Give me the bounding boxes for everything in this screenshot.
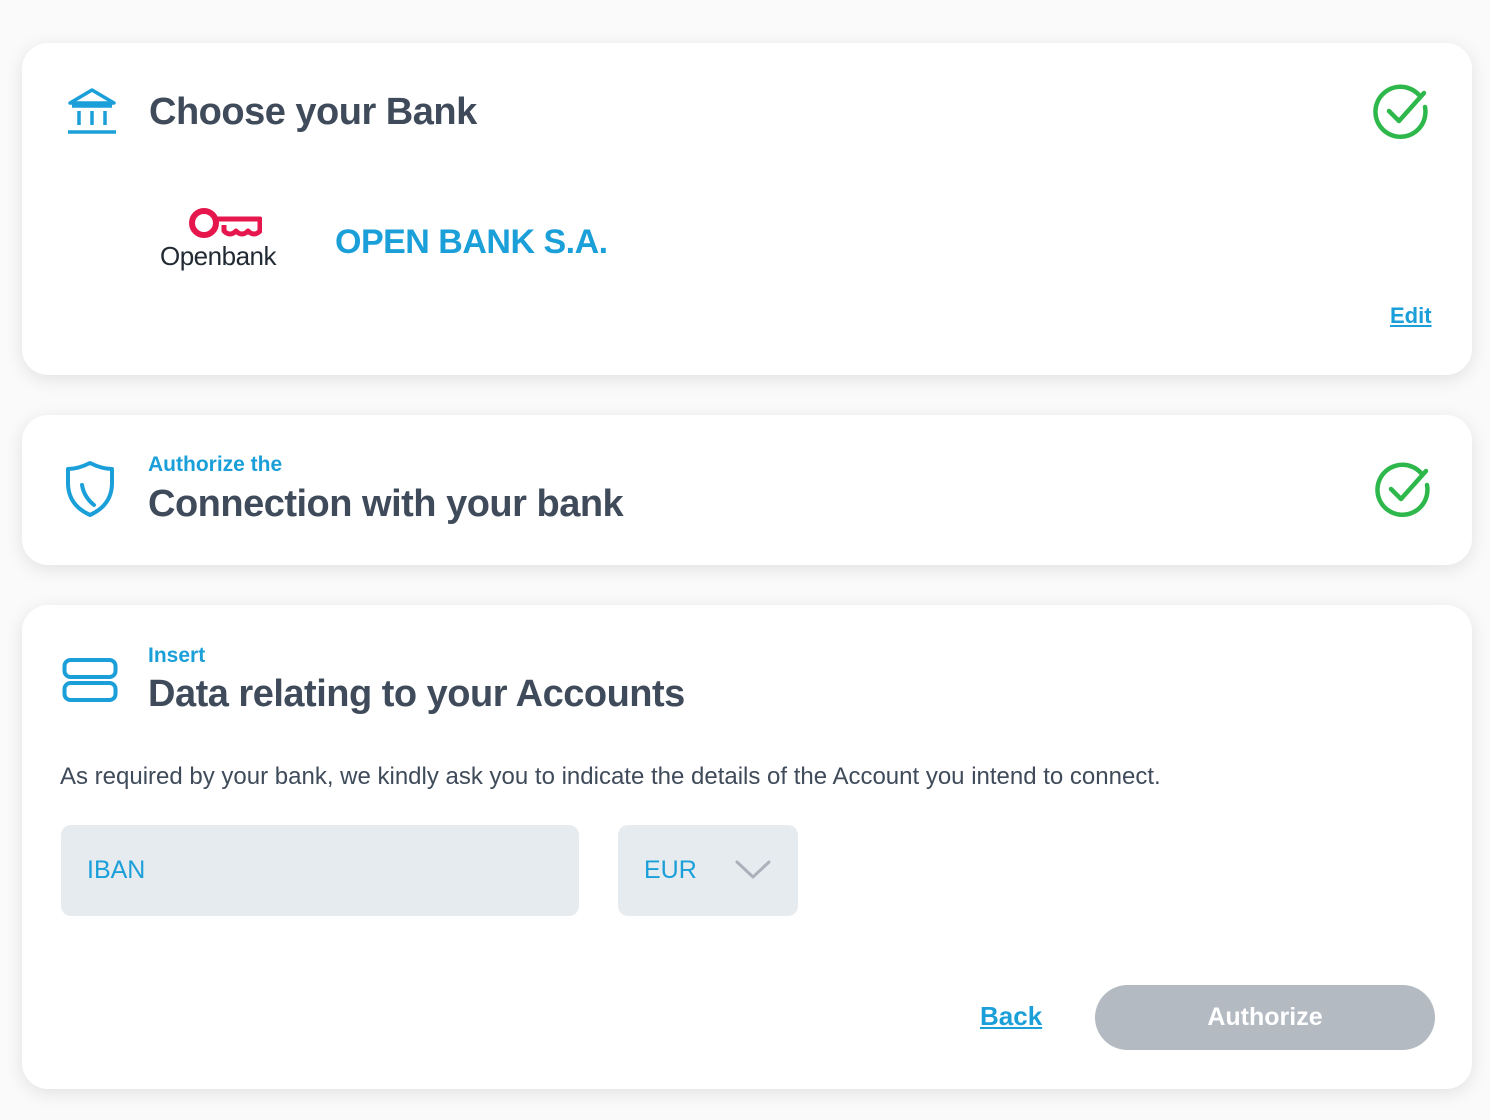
iban-placeholder: IBAN [87, 856, 146, 884]
back-link[interactable]: Back [980, 1001, 1042, 1032]
authorize-button[interactable]: Authorize [1095, 985, 1435, 1050]
check-circle-icon [1373, 84, 1428, 139]
bank-logo: Openbank [158, 203, 298, 283]
shield-icon [66, 461, 114, 517]
authorize-title: Connection with your bank [148, 483, 624, 525]
bank-logo-text: Openbank [160, 241, 276, 271]
authorize-pretitle: Authorize the [148, 453, 283, 476]
bank-icon [68, 88, 116, 134]
authorize-connection-card: Authorize the Connection with your bank [22, 415, 1472, 565]
check-circle-icon [1375, 462, 1430, 517]
key-logo-icon [189, 208, 262, 238]
accounts-title: Data relating to your Accounts [148, 673, 685, 715]
accounts-icon [62, 658, 118, 702]
currency-value: EUR [644, 856, 697, 884]
accounts-description: As required by your bank, we kindly ask … [60, 763, 1161, 790]
choose-bank-title: Choose your Bank [149, 91, 477, 133]
currency-select[interactable]: EUR [618, 825, 798, 916]
iban-input[interactable]: IBAN [61, 825, 579, 916]
bank-name: OPEN BANK S.A. [335, 223, 608, 261]
account-data-card: Insert Data relating to your Accounts As… [22, 605, 1472, 1089]
edit-link[interactable]: Edit [1390, 303, 1432, 329]
choose-bank-card: Choose your Bank Openbank OPEN BANK S.A.… [22, 43, 1472, 375]
accounts-pretitle: Insert [148, 644, 206, 667]
chevron-down-icon [735, 860, 771, 879]
